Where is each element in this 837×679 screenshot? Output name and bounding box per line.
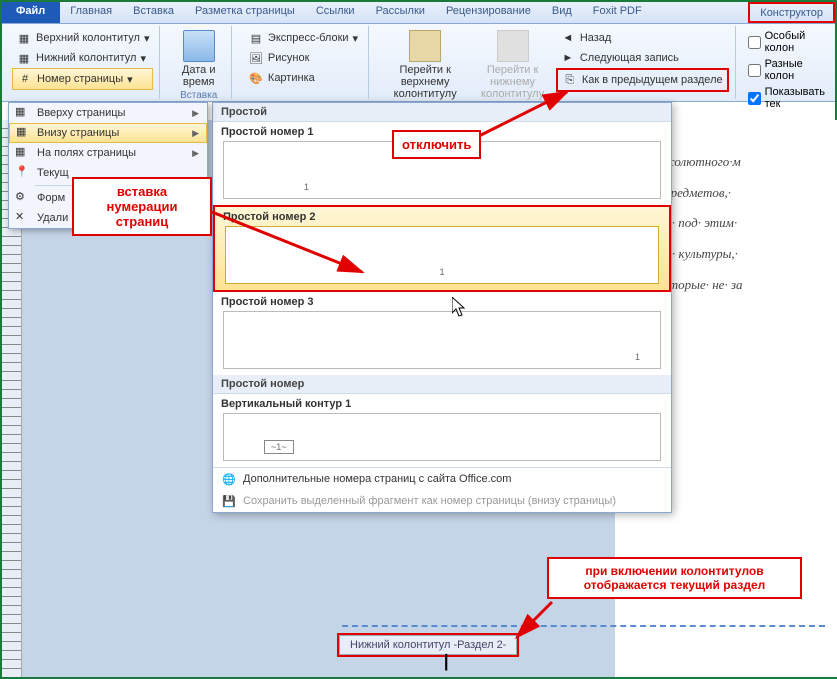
footer-boundary-line xyxy=(342,625,825,627)
clipart-icon: 🎨 xyxy=(248,70,264,86)
annotation-footer-note: при включении колонтитулов отображается … xyxy=(547,557,802,599)
gallery-item-2[interactable]: Простой номер 2 1 xyxy=(213,205,671,292)
format-icon: ⚙ xyxy=(15,190,31,206)
page-number-gallery: Простой Простой номер 1 1 Простой номер … xyxy=(212,102,672,513)
clipart-button[interactable]: 🎨Картинка xyxy=(244,68,362,88)
annotation-insert-numbering: вставка нумерации страниц xyxy=(72,177,212,236)
goto-footer-button: Перейти к нижнему колонтитулу xyxy=(469,28,556,102)
save-icon: 💾 xyxy=(221,493,237,509)
back-button[interactable]: ◄Назад xyxy=(556,28,729,48)
next-record-button[interactable]: ►Следующая запись xyxy=(556,48,729,68)
link-previous-button[interactable]: ⎘Как в предыдущем разделе xyxy=(556,68,729,92)
text-cursor: ┃ xyxy=(442,655,450,672)
page-top-icon: ▦ xyxy=(15,105,31,121)
cursor-icon: 📍 xyxy=(15,165,31,181)
group-label-insert: Вставка xyxy=(172,90,224,101)
annotation-disable: отключить xyxy=(392,130,481,159)
tab-insert[interactable]: Вставка xyxy=(123,2,185,23)
tab-file[interactable]: Файл xyxy=(2,2,60,23)
date-time-button[interactable]: Дата и время xyxy=(172,28,224,90)
different-pages-checkbox[interactable]: Разные колон xyxy=(748,56,825,84)
header-button[interactable]: ▦Верхний колонтитул ▾ xyxy=(12,28,153,48)
page-bottom-icon: ▦ xyxy=(16,125,32,141)
ribbon-group-illustrations: ▤Экспресс-блоки ▾ 🖼Рисунок 🎨Картинка xyxy=(238,26,369,99)
next-icon: ► xyxy=(560,50,576,66)
gallery-item-4[interactable]: Вертикальный контур 1 ~1~ xyxy=(213,394,671,467)
page-number-icon: # xyxy=(17,71,33,87)
express-blocks-button[interactable]: ▤Экспресс-блоки ▾ xyxy=(244,28,362,48)
dd-top-of-page[interactable]: ▦Вверху страницы▶ xyxy=(9,103,207,123)
tab-designer[interactable]: Конструктор xyxy=(748,2,835,23)
link-icon: ⎘ xyxy=(562,72,578,88)
tab-page-layout[interactable]: Разметка страницы xyxy=(185,2,306,23)
tab-review[interactable]: Рецензирование xyxy=(436,2,542,23)
goto-footer-icon xyxy=(497,30,529,62)
mouse-cursor-icon xyxy=(452,297,468,319)
picture-button[interactable]: 🖼Рисунок xyxy=(244,48,362,68)
page-number-button[interactable]: #Номер страницы ▾ xyxy=(12,68,153,90)
special-header-checkbox[interactable]: Особый колон xyxy=(748,28,825,56)
footer-section-indicator: Нижний колонтитул -Раздел 2- xyxy=(337,633,519,657)
page-margins-icon: ▦ xyxy=(15,145,31,161)
picture-icon: 🖼 xyxy=(248,50,264,66)
footer-tab-label: Нижний колонтитул -Раздел 2- xyxy=(339,635,517,655)
gallery-item-3[interactable]: Простой номер 3 1 xyxy=(213,292,671,375)
tab-view[interactable]: Вид xyxy=(542,2,583,23)
gallery-more-online[interactable]: 🌐Дополнительные номера страниц с сайта O… xyxy=(213,468,671,490)
gallery-section-simple2: Простой номер xyxy=(213,375,671,394)
office-icon: 🌐 xyxy=(221,471,237,487)
ribbon: ▦Верхний колонтитул ▾ ▦Нижний колонтитул… xyxy=(2,24,835,102)
ribbon-group-datetime: Дата и время Вставка xyxy=(166,26,231,99)
goto-header-button[interactable]: Перейти к верхнему колонтитулу xyxy=(381,28,469,102)
blocks-icon: ▤ xyxy=(248,30,264,46)
tab-foxit[interactable]: Foxit PDF xyxy=(583,2,653,23)
ribbon-group-navigation: Перейти к верхнему колонтитулу Перейти к… xyxy=(375,26,736,99)
tab-references[interactable]: Ссылки xyxy=(306,2,366,23)
tab-home[interactable]: Главная xyxy=(60,2,123,23)
calendar-icon xyxy=(183,30,215,62)
remove-icon: ✕ xyxy=(15,210,31,226)
tab-mailings[interactable]: Рассылки xyxy=(366,2,436,23)
footer-button[interactable]: ▦Нижний колонтитул ▾ xyxy=(12,48,153,68)
footer-icon: ▦ xyxy=(16,50,32,66)
goto-header-icon xyxy=(409,30,441,62)
dd-page-margins[interactable]: ▦На полях страницы▶ xyxy=(9,143,207,163)
ribbon-group-header-footer: ▦Верхний колонтитул ▾ ▦Нижний колонтитул… xyxy=(6,26,160,99)
gallery-section-simple: Простой xyxy=(213,103,671,122)
dd-bottom-of-page[interactable]: ▦Внизу страницы▶ xyxy=(9,123,207,143)
header-icon: ▦ xyxy=(16,30,32,46)
show-text-checkbox[interactable]: Показывать тек xyxy=(748,84,825,112)
back-icon: ◄ xyxy=(560,30,576,46)
ribbon-tabs: Файл Главная Вставка Разметка страницы С… xyxy=(2,2,835,24)
ribbon-group-options: Особый колон Разные колон Показывать тек xyxy=(742,26,831,99)
gallery-save-selection: 💾Сохранить выделенный фрагмент как номер… xyxy=(213,490,671,512)
